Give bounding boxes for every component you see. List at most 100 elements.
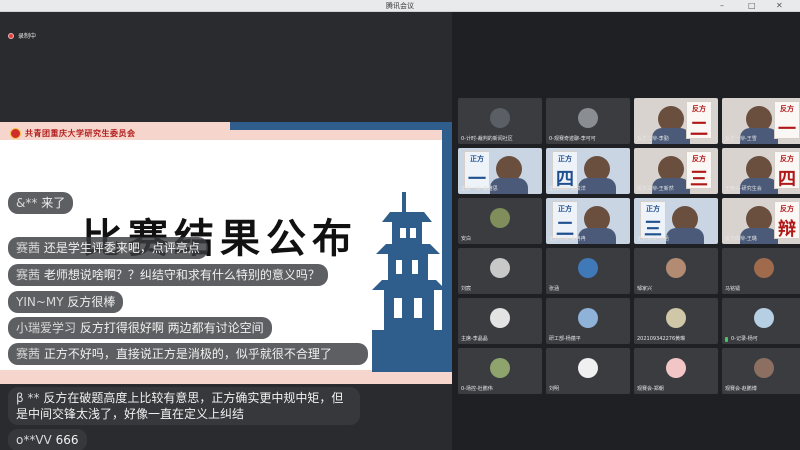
avatar <box>666 358 686 378</box>
debate-role-board: 反方二 <box>686 101 712 140</box>
participant-tile[interactable]: 正方三正方三辩-孙涵 <box>634 198 718 244</box>
participant-tile[interactable]: 0-观赛奇迹聊-李可可 <box>546 98 630 144</box>
debate-role-board: 正方四 <box>552 151 578 190</box>
avatar <box>490 308 510 328</box>
participant-name: 正方二辩-曹冉冉 <box>549 236 586 242</box>
participant-name: 观赛会-郑朝 <box>637 386 664 392</box>
chat-message: 赛茜 老师想说啥啊？？纠结守和求有什么特别的意义吗？ <box>8 264 328 286</box>
shared-screen-area: 录制中 共青团重庆大学研究生委员会 比赛结果公布 &** 来了 赛茜 还是学生评… <box>0 12 452 450</box>
board-side: 正方 <box>558 154 572 163</box>
chat-text: 老师想说啥啊？？纠结守和求有什么特别的意义吗？ <box>43 268 320 282</box>
board-side: 反方 <box>692 104 706 113</box>
participant-name: 安白 <box>461 236 472 242</box>
minimize-icon[interactable]: – <box>720 1 724 11</box>
participant-tile[interactable]: 研工部-杨蕴平 <box>546 298 630 344</box>
avatar <box>490 258 510 278</box>
record-icon <box>8 32 14 39</box>
participant-tile[interactable]: 主席-李晶晶 <box>458 298 542 344</box>
chat-message: o**VV 666 <box>8 429 87 450</box>
participant-name: 0-场控-杜鹏伟 <box>461 386 493 392</box>
chat-text: 正方不好吗，直接说正方是消极的，似乎就很不合理了 <box>43 347 332 361</box>
board-side: 反方 <box>780 104 794 113</box>
participant-name: 刘宸 <box>461 286 472 292</box>
chat-message: &** 来了 <box>8 192 74 214</box>
participant-name: 反方四辩-王璐 <box>725 236 757 242</box>
participant-name: 正方三辩-孙涵 <box>637 236 669 242</box>
participant-tile[interactable]: 正方一正方一辩-潘雅思 <box>458 148 542 194</box>
participant-tile[interactable]: 正方二正方二辩-曹冉冉 <box>546 198 630 244</box>
debate-role-board: 正方一 <box>464 151 490 190</box>
avatar <box>666 258 686 278</box>
debate-role-board: 反方三 <box>686 151 712 190</box>
chat-sender: o**VV <box>16 433 52 447</box>
participant-tile[interactable]: 安白 <box>458 198 542 244</box>
participant-grid: 0-计时-裁判的新闻社区 0-观赛奇迹聊-李可可 反方二反方二辩-李勤 反方一反方一辩… <box>452 12 800 450</box>
participant-tile[interactable]: 0-场控-杜鹏伟 <box>458 348 542 394</box>
debate-role-board: 反方一 <box>774 101 800 140</box>
board-number: 四 <box>778 169 796 190</box>
participant-video-body <box>666 228 704 244</box>
participant-tile[interactable]: 反方四王梓人-研究生会 <box>722 148 800 194</box>
participant-tile[interactable]: 观赛会-赵鹏博 <box>722 348 800 394</box>
participant-tile[interactable]: 邹家兴 <box>634 248 718 294</box>
participant-tile[interactable]: 刘宸 <box>458 248 542 294</box>
close-icon[interactable]: ✕ <box>776 1 783 11</box>
chat-text: 反方在破题高度上比较有意思，正方确实更中规中矩，但是中间交锋太浅了，好像一直在定… <box>16 391 344 421</box>
window-title: 腾讯会议 <box>386 2 414 10</box>
chat-sender: 赛茜 <box>16 241 41 255</box>
participant-name: 观赛会-赵鹏博 <box>725 386 757 392</box>
chat-message: YIN~MY 反方很棒 <box>8 291 124 313</box>
recording-indicator[interactable]: 录制中 <box>8 31 36 40</box>
chat-message: β ** 反方在破题高度上比较有意思，正方确实更中规中矩，但是中间交锋太浅了，好… <box>8 387 360 425</box>
chat-sender: β ** <box>16 391 40 405</box>
slide-organization: 共青团重庆大学研究生委员会 <box>25 128 136 138</box>
participant-tile[interactable]: 0-记录-杨可 <box>722 298 800 344</box>
participant-name: 主席-李晶晶 <box>461 336 488 342</box>
chat-sender: &** <box>16 196 38 210</box>
debate-role-board: 反方辩 <box>774 201 800 240</box>
participant-tile[interactable]: 反方三反方三辩-王新然 <box>634 148 718 194</box>
avatar <box>490 108 510 128</box>
chat-text: 还是学生评委来吧，点评亮点 <box>43 241 200 255</box>
participant-tile[interactable]: 反方辩反方四辩-王璐 <box>722 198 800 244</box>
participant-tile[interactable]: 反方一反方一辩-王雪 <box>722 98 800 144</box>
participant-name: 王梓人-研究生会 <box>725 186 762 192</box>
microphone-icon <box>725 337 728 342</box>
avatar <box>754 358 774 378</box>
chat-message: 小瑞爱学习 反方打得很好啊 两边都有讨论空间 <box>8 317 272 339</box>
youth-league-emblem-icon <box>10 128 21 139</box>
participant-tile[interactable]: 0-计时-裁判的新闻社区 <box>458 98 542 144</box>
avatar <box>578 108 598 128</box>
avatar <box>754 308 774 328</box>
debate-role-board: 正方二 <box>552 201 578 240</box>
participant-name: 反方二辩-李勤 <box>637 136 669 142</box>
participant-tile[interactable]: 观赛会-郑朝 <box>634 348 718 394</box>
board-number: 三 <box>690 169 708 190</box>
chat-overlay: &** 来了 赛茜 还是学生评委来吧，点评亮点 赛茜 老师想说啥啊？？纠结守和求… <box>8 192 448 450</box>
avatar <box>578 308 598 328</box>
board-side: 正方 <box>470 154 484 163</box>
participant-tile[interactable]: 马铭镭 <box>722 248 800 294</box>
participant-name: 0-计时-裁判的新闻社区 <box>461 136 513 142</box>
participant-tile[interactable]: 202109342276黄琳 <box>634 298 718 344</box>
chat-text: 反方打得很好啊 两边都有讨论空间 <box>79 321 264 335</box>
maximize-icon[interactable]: □ <box>748 1 756 11</box>
participant-tile[interactable]: 张涵 <box>546 248 630 294</box>
chat-message: 赛茜 还是学生评委来吧，点评亮点 <box>8 237 208 259</box>
chat-sender: 赛茜 <box>16 347 41 361</box>
avatar <box>578 358 598 378</box>
participant-tile[interactable]: 正方四正方四辩-高俊洋 <box>546 148 630 194</box>
participant-tile[interactable]: 刘明 <box>546 348 630 394</box>
avatar <box>666 308 686 328</box>
participant-name: 反方三辩-王新然 <box>637 186 674 192</box>
participant-name: 研工部-杨蕴平 <box>549 336 581 342</box>
participant-name: 刘明 <box>549 386 560 392</box>
chat-sender: 小瑞爱学习 <box>16 321 77 335</box>
participant-name: 邹家兴 <box>637 286 653 292</box>
board-number: 一 <box>778 119 796 140</box>
debate-role-board: 正方三 <box>640 201 666 240</box>
participant-tile[interactable]: 反方二反方二辩-李勤 <box>634 98 718 144</box>
chat-text: 反方很棒 <box>67 295 116 309</box>
avatar <box>754 258 774 278</box>
board-number: 辩 <box>778 219 796 240</box>
